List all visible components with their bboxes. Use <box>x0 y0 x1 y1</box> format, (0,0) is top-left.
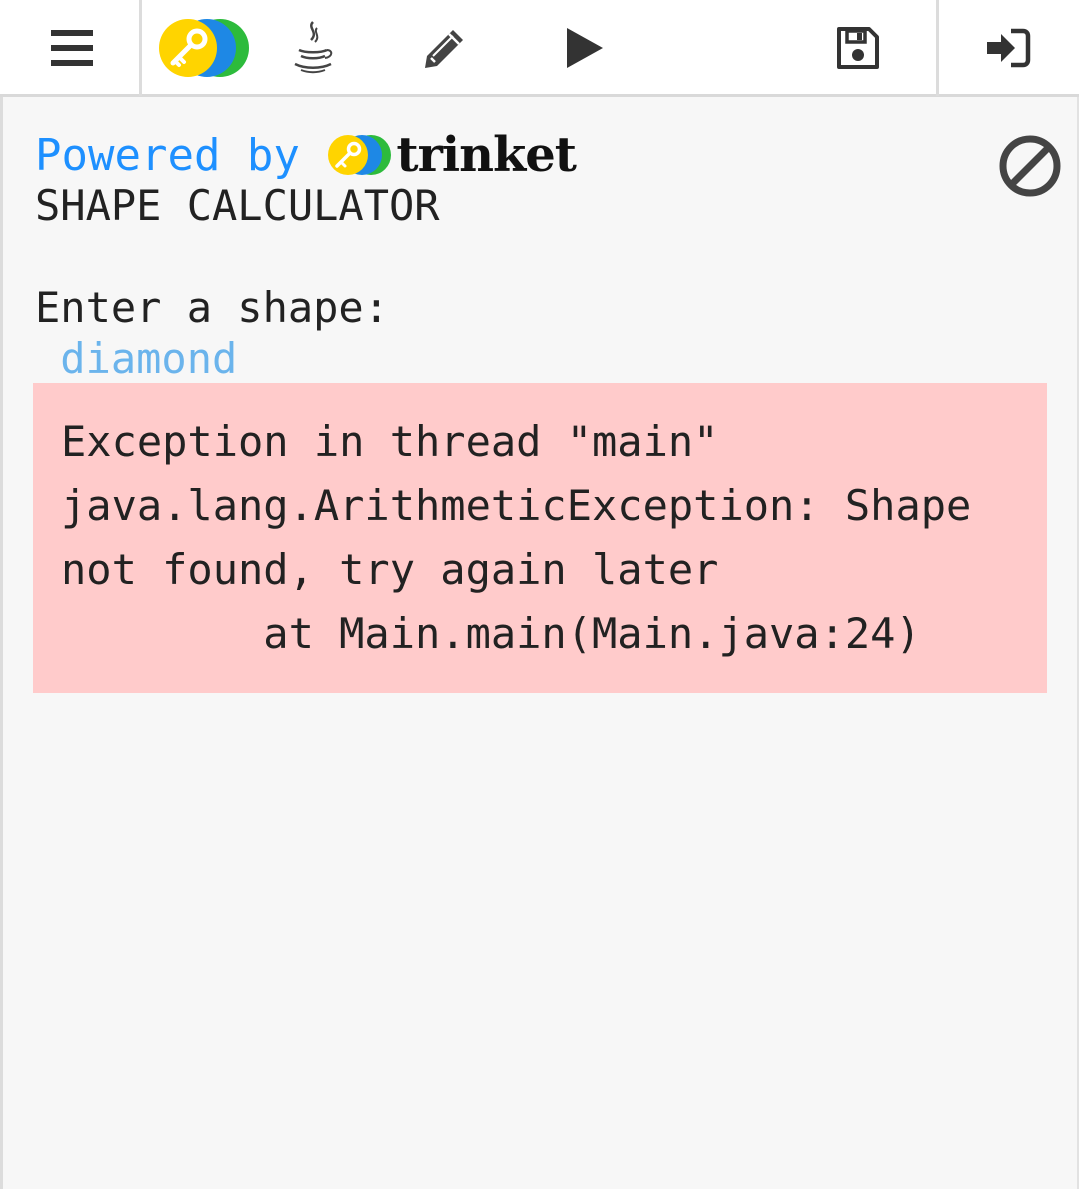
trinket-logo-icon <box>159 18 249 77</box>
java-language-button[interactable] <box>275 0 350 95</box>
java-cup-icon <box>293 20 332 73</box>
pencil-icon <box>425 29 463 68</box>
error-line: at Main.main(Main.java:24) <box>61 609 921 658</box>
save-icon <box>837 26 879 69</box>
trinket-logo-button[interactable] <box>150 0 258 95</box>
run-button[interactable] <box>545 0 625 95</box>
login-button[interactable] <box>950 0 1065 95</box>
error-line: java.lang.ArithmeticException: Shape <box>61 481 972 530</box>
powered-by-text: Powered by <box>35 129 327 181</box>
hamburger-menu-icon <box>50 29 93 66</box>
error-message-box: Exception in thread "main" java.lang.Ari… <box>33 383 1047 693</box>
toolbar-separator <box>936 0 939 96</box>
stop-icon <box>999 135 1061 197</box>
error-line: not found, try again later <box>61 545 719 594</box>
save-button[interactable] <box>818 0 898 95</box>
toolbar <box>0 0 1079 97</box>
console-line: Enter a shape: <box>35 283 390 332</box>
user-input-echo: diamond <box>35 334 238 383</box>
console-line: SHAPE CALCULATOR <box>35 181 440 230</box>
toolbar-separator <box>139 0 142 96</box>
trinket-logo-small-icon <box>328 135 392 175</box>
stop-button[interactable] <box>998 134 1062 198</box>
error-line: Exception in thread "main" <box>61 417 719 466</box>
sign-in-icon <box>986 28 1030 67</box>
console-output[interactable]: Powered by trinket SHAPE CALCULATOR Ente… <box>3 97 1077 1189</box>
trinket-brand: trinket <box>396 127 577 183</box>
menu-button[interactable] <box>3 0 140 95</box>
powered-by-banner[interactable]: Powered by trinket <box>35 127 577 183</box>
edit-button[interactable] <box>405 0 485 95</box>
play-icon <box>567 27 603 68</box>
